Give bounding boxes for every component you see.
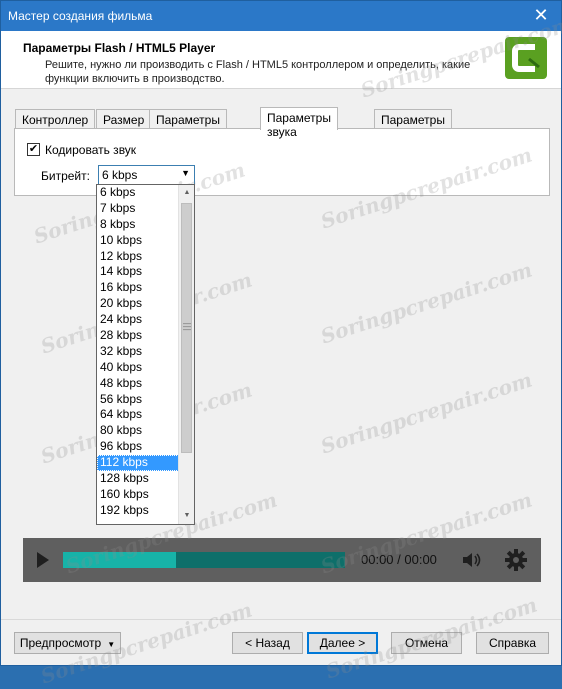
scroll-grip-icon: — — — [183,319,191,334]
tab-options[interactable]: Параметры [374,109,452,129]
bitrate-option[interactable]: 14 kbps [97,264,179,280]
tab-size[interactable]: Размер [96,109,152,129]
scroll-thumb[interactable]: — — — [181,203,192,453]
bitrate-option[interactable]: 112 kbps [97,455,179,472]
chevron-down-icon: ▼ [107,640,116,649]
bitrate-option[interactable]: 48 kbps [97,376,179,392]
window-title: Мастер создания фильма [8,9,153,23]
wizard-header: Параметры Flash / HTML5 Player Решите, н… [1,31,561,89]
encode-audio-checkbox[interactable]: ✔ [27,143,40,156]
play-icon[interactable] [37,552,49,568]
tab-video-settings[interactable]: Параметры видео [149,109,227,141]
page-description: Решите, нужно ли производить с Flash / H… [45,59,471,85]
close-icon[interactable]: ✕ [531,5,551,25]
bitrate-option[interactable]: 192 kbps [97,503,179,519]
chevron-down-icon[interactable]: ▼ [181,168,190,178]
bitrate-select[interactable]: 6 kbps ▼ [98,165,195,185]
scroll-up-icon[interactable]: ▲ [179,185,194,201]
encode-audio-label[interactable]: Кодировать звук [45,143,136,157]
bitrate-dropdown-list[interactable]: 6 kbps 7 kbps 8 kbps 10 kbps 12 kbps 14 kbps 1… [96,184,195,525]
camtasia-logo-icon [505,37,547,79]
bitrate-option[interactable]: 20 kbps [97,296,179,312]
dropdown-scrollbar[interactable]: ▲ — — — ▼ [178,185,194,524]
bitrate-option[interactable]: 8 kbps [97,217,179,233]
preview-label: Предпросмотр [19,636,102,650]
next-button[interactable]: Далее > [307,632,378,654]
tab-controller[interactable]: Контроллер [15,109,96,129]
bitrate-option[interactable]: 40 kbps [97,360,179,376]
bitrate-option[interactable]: 28 kbps [97,328,179,344]
bitrate-option[interactable]: 64 kbps [97,407,179,423]
gear-icon[interactable] [505,549,527,571]
tab-audio-settings[interactable]: Параметры звука [260,107,338,139]
wizard-window: Мастер создания фильма ✕ Параметры Flash… [0,0,562,689]
time-display: 00:00 / 00:00 [361,552,437,567]
bitrate-option[interactable]: 80 kbps [97,423,179,439]
bitrate-value: 6 kbps [102,168,138,182]
bitrate-option[interactable]: 128 kbps [97,471,179,487]
preview-button[interactable]: Предпросмотр ▼ [14,632,121,654]
bitrate-option[interactable]: 24 kbps [97,312,179,328]
progress-bar[interactable] [63,552,345,568]
progress-fill [63,552,176,568]
bitrate-option[interactable]: 160 kbps [97,487,179,503]
bitrate-option[interactable]: 56 kbps [97,392,179,408]
watermark: Soringpcrepair.com [317,367,536,459]
footer-divider [1,619,561,620]
bitrate-option[interactable]: 12 kbps [97,249,179,265]
preview-player: 00:00 / 00:00 [23,538,541,582]
bitrate-option[interactable]: 16 kbps [97,280,179,296]
bitrate-option[interactable]: 96 kbps [97,439,179,455]
scroll-down-icon[interactable]: ▼ [179,508,194,524]
volume-icon[interactable] [461,550,483,570]
bitrate-option[interactable]: 7 kbps [97,201,179,217]
bitrate-label: Битрейт: [41,169,90,183]
bitrate-option[interactable]: 32 kbps [97,344,179,360]
help-button[interactable]: Справка [476,632,549,654]
title-bar: Мастер создания фильма ✕ [1,1,561,31]
page-title: Параметры Flash / HTML5 Player [23,41,216,55]
cancel-button[interactable]: Отмена [391,632,462,654]
bitrate-option[interactable]: 6 kbps [97,185,179,201]
bitrate-option[interactable]: 10 kbps [97,233,179,249]
watermark: Soringpcrepair.com [317,257,536,349]
back-button[interactable]: < Назад [232,632,303,654]
